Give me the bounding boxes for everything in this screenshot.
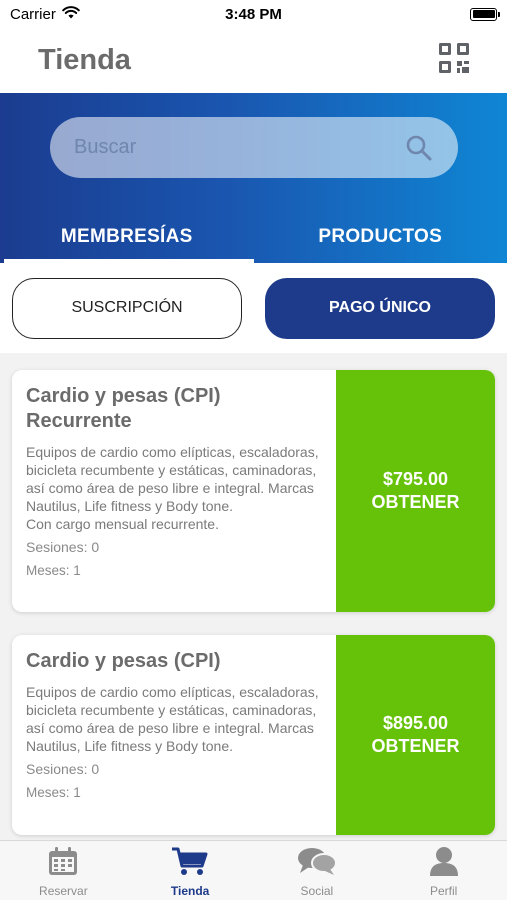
tab-membresias[interactable]: MEMBRESÍAS	[0, 211, 254, 263]
card-sessions: Sesiones: 0	[26, 761, 100, 777]
card-title: Cardio y pesas (CPI)	[26, 650, 221, 672]
search-bar[interactable]	[50, 117, 458, 178]
card-description: Equipos de cardio como elípticas, escala…	[26, 684, 319, 754]
hero-banner: MEMBRESÍAS PRODUCTOS	[0, 93, 507, 263]
tabbar-item-reservar[interactable]: Reservar	[0, 841, 127, 900]
page-title: Tienda	[38, 44, 131, 76]
tab-productos[interactable]: PRODUCTOS	[254, 211, 507, 263]
card-sessions: Sesiones: 0	[26, 539, 100, 555]
card-cta-label: OBTENER	[371, 492, 460, 512]
card-cta-label: OBTENER	[371, 736, 460, 756]
search-input[interactable]	[74, 136, 404, 159]
card-price: $895.00	[382, 713, 449, 733]
card-price: $795.00	[382, 469, 449, 489]
search-icon[interactable]	[404, 133, 434, 163]
tabbar-label: Perfil	[429, 884, 458, 898]
membership-card[interactable]: Cardio y pesas (CPI) Equipos de cardio c…	[12, 635, 495, 835]
calendar-icon	[47, 846, 79, 881]
card-body: Cardio y pesas (CPI) Recurrente Equipos …	[12, 370, 336, 612]
card-months: Meses: 1	[26, 785, 81, 800]
wifi-icon	[62, 5, 80, 23]
get-button[interactable]: $795.00 OBTENER	[336, 370, 495, 612]
subscription-button[interactable]: SUSCRIPCIÓN	[12, 277, 242, 339]
tabbar-item-social[interactable]: Social	[254, 841, 381, 900]
person-icon	[428, 846, 460, 881]
header: Tienda	[0, 28, 507, 93]
qr-code-button[interactable]	[437, 42, 471, 79]
status-left: Carrier	[10, 6, 80, 23]
carrier-label: Carrier	[10, 5, 56, 23]
card-note: Con cargo mensual recurrente.	[26, 516, 219, 532]
single-payment-button[interactable]: PAGO ÚNICO	[265, 277, 495, 339]
battery-icon	[470, 7, 500, 21]
tabbar-label: Tienda	[170, 884, 210, 898]
tabbar-label: Reservar	[39, 884, 88, 898]
tabbar-item-tienda[interactable]: Tienda	[127, 841, 254, 900]
card-description: Equipos de cardio como elípticas, escala…	[26, 444, 319, 514]
status-bar: Carrier 3:48 PM	[0, 0, 507, 28]
cart-icon	[171, 846, 209, 881]
tabbar-item-perfil[interactable]: Perfil	[380, 841, 507, 900]
qr-code-icon	[438, 42, 470, 79]
bottom-tab-bar: Reservar Tienda Social Perfil	[0, 840, 507, 900]
tabbar-label: Social	[300, 884, 334, 898]
card-title: Cardio y pesas (CPI) Recurrente	[26, 385, 221, 432]
card-body: Cardio y pesas (CPI) Equipos de cardio c…	[12, 635, 336, 835]
category-tabs: MEMBRESÍAS PRODUCTOS	[0, 211, 507, 263]
status-time: 3:48 PM	[225, 5, 282, 23]
get-button[interactable]: $895.00 OBTENER	[336, 635, 495, 835]
membership-card[interactable]: Cardio y pesas (CPI) Recurrente Equipos …	[12, 370, 495, 612]
chat-bubbles-icon	[297, 846, 337, 881]
card-months: Meses: 1	[26, 563, 81, 578]
payment-type-toggle: SUSCRIPCIÓN PAGO ÚNICO	[0, 263, 507, 353]
